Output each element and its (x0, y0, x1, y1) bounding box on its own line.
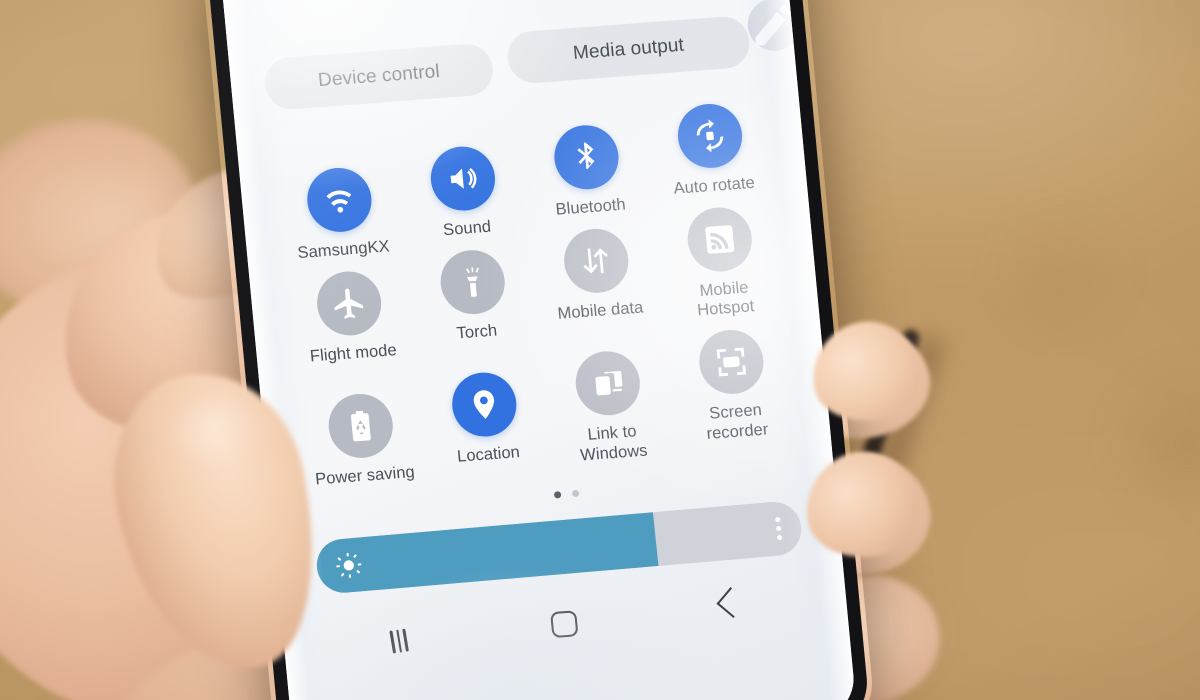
recents-button[interactable] (389, 628, 409, 654)
toggle-mobile-data[interactable]: Mobile data (530, 224, 665, 344)
toggle-label: Mobile data (556, 298, 645, 323)
toggle-label: Auto rotate (672, 173, 756, 198)
toggle-mobile-hotspot[interactable]: Mobile Hotspot (654, 203, 789, 323)
screen-recorder-icon (716, 347, 746, 377)
hotspot-icon (704, 225, 734, 254)
toggle-circle[interactable] (572, 349, 643, 418)
toggle-circle[interactable] (560, 226, 631, 296)
auto-rotate-icon (696, 119, 723, 153)
page-dot-1[interactable] (553, 490, 561, 499)
toggle-label: Flight mode (309, 341, 398, 366)
toggle-label: Sound (442, 217, 492, 240)
toggle-circle[interactable] (684, 205, 755, 274)
toggle-auto-rotate[interactable]: Auto rotate (644, 99, 777, 200)
toggle-bluetooth[interactable]: Bluetooth (521, 121, 654, 222)
edit-button[interactable] (745, 0, 803, 53)
toggle-circle[interactable] (551, 123, 621, 192)
toggle-label: Power saving (314, 463, 416, 489)
media-output-pill[interactable]: Media output (505, 14, 752, 85)
toggle-circle[interactable] (325, 392, 396, 461)
sound-icon (450, 167, 476, 189)
toggle-label: Bluetooth (554, 195, 627, 219)
bluetooth-icon (576, 142, 594, 170)
shortcut-pill-row: Device control Media output (262, 0, 803, 112)
wifi-icon (326, 190, 351, 213)
device-control-pill[interactable]: Device control (262, 42, 496, 112)
data-transfer-icon (582, 248, 608, 274)
toggle-circle[interactable] (437, 248, 508, 317)
toggle-label: Mobile Hotspot (696, 278, 756, 320)
battery-recycle-icon (350, 411, 371, 442)
toggle-label: Link to Windows (579, 422, 649, 464)
toggle-label: Torch (455, 321, 499, 343)
airplane-icon (333, 288, 363, 320)
toggle-circle[interactable] (313, 269, 384, 338)
toggle-flight-mode[interactable]: Flight mode (283, 267, 418, 387)
toggle-circle[interactable] (303, 165, 374, 235)
more-options-icon[interactable] (775, 516, 783, 540)
link-to-windows-icon (594, 371, 622, 396)
page-dot-2[interactable] (571, 489, 579, 497)
photo-scene: Device control Media output SamsungKX So… (0, 0, 1200, 700)
toggle-link-to-windows[interactable]: Link to Windows (542, 347, 677, 467)
quick-toggle-grid: SamsungKX Sound Bluetooth Auto rotate Fl… (271, 101, 802, 489)
toggle-label: Screen recorder (705, 401, 770, 443)
quick-settings-panel: Device control Media output SamsungKX So… (219, 0, 857, 700)
navigation-bar (315, 577, 820, 678)
brightness-slider[interactable] (314, 499, 804, 595)
toggle-label: SamsungKX (296, 237, 391, 263)
toggle-circle[interactable] (448, 370, 519, 440)
toggle-samsungkx[interactable]: SamsungKX (274, 163, 407, 264)
toggle-location[interactable]: Location (418, 368, 553, 488)
toggle-screen-recorder[interactable]: Screen recorder (666, 326, 801, 446)
toggle-circle[interactable] (674, 101, 745, 171)
location-pin-icon (473, 390, 494, 420)
toggle-power-saving[interactable]: Power saving (295, 390, 430, 510)
toggle-torch[interactable]: Torch (407, 246, 542, 366)
brightness-sun-icon (333, 550, 364, 580)
brightness-fill (314, 511, 659, 595)
back-button[interactable] (716, 587, 748, 618)
toggle-circle[interactable] (427, 144, 498, 213)
flashlight-icon (465, 267, 479, 298)
toggle-sound[interactable]: Sound (397, 142, 530, 243)
toggle-label: Location (456, 443, 521, 467)
pencil-icon (755, 4, 793, 46)
toggle-circle[interactable] (695, 328, 766, 397)
phone-screen: Device control Media output SamsungKX So… (218, 0, 858, 700)
home-button[interactable] (549, 610, 579, 639)
